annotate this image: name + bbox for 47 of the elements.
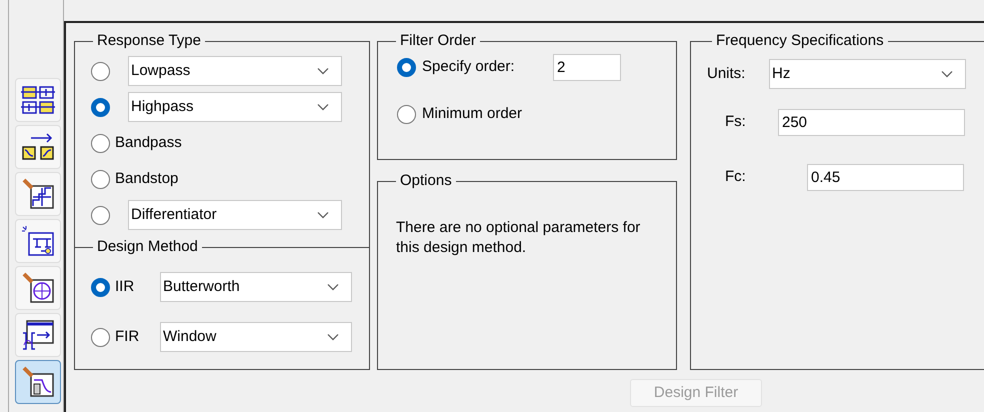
radio-button[interactable]	[91, 278, 110, 296]
chevron-down-icon	[327, 333, 339, 341]
group-title: Filter Order	[399, 33, 477, 49]
option-label: Fs:	[725, 112, 747, 132]
radio-button[interactable]	[91, 328, 110, 346]
radio-button[interactable]	[91, 170, 110, 188]
option-label: Bandpass	[115, 132, 182, 153]
window-arrow-icon	[21, 319, 55, 351]
radio-button[interactable]	[397, 58, 416, 77]
dropdown[interactable]: Lowpass	[128, 56, 342, 86]
chevron-down-icon	[327, 283, 339, 291]
block-diagram-icon	[21, 225, 55, 257]
group-title: Design Method	[96, 239, 199, 255]
dropdown[interactable]: Differentiator	[128, 200, 342, 230]
pencil-filter-plot-icon	[21, 366, 55, 398]
radio-button[interactable]	[91, 206, 110, 224]
radio-button[interactable]	[397, 105, 416, 124]
value-input[interactable]: 0.45	[807, 164, 964, 191]
option-label: Minimum order	[422, 104, 522, 124]
option-label: Specify order:	[422, 57, 516, 78]
radio-button[interactable]	[91, 98, 110, 116]
group-title: Options	[399, 173, 453, 189]
option-label: IIR	[115, 276, 136, 297]
chevron-down-icon	[317, 103, 329, 111]
value-input[interactable]: 250	[778, 109, 965, 136]
group-title: Response Type	[96, 33, 202, 49]
filter-blocks-icon	[21, 85, 55, 115]
pencil-circle-grid-icon	[21, 272, 55, 304]
option-label: Bandstop	[115, 168, 178, 189]
pencil-staircase-icon	[21, 178, 55, 210]
radio-button[interactable]	[91, 134, 110, 152]
option-label: FIR	[115, 326, 140, 347]
chevron-down-icon	[317, 67, 329, 75]
option-label: Fc:	[725, 167, 747, 188]
radio-button[interactable]	[91, 62, 110, 80]
group-title: Frequency Specifications	[715, 33, 885, 49]
toolbar-button[interactable]	[15, 360, 61, 404]
order-input[interactable]: 2	[553, 54, 621, 81]
options-message: There are no optional parameters for this design method.	[395, 218, 642, 258]
chevron-down-icon	[317, 211, 329, 219]
convert-blocks-icon	[21, 132, 55, 162]
dropdown[interactable]: Hz	[769, 59, 966, 89]
dropdown[interactable]: Window	[160, 322, 352, 352]
dropdown[interactable]: Butterworth	[160, 272, 352, 302]
option-label: Units:	[707, 64, 746, 84]
dropdown[interactable]: Highpass	[128, 92, 342, 122]
chevron-down-icon	[941, 70, 953, 78]
